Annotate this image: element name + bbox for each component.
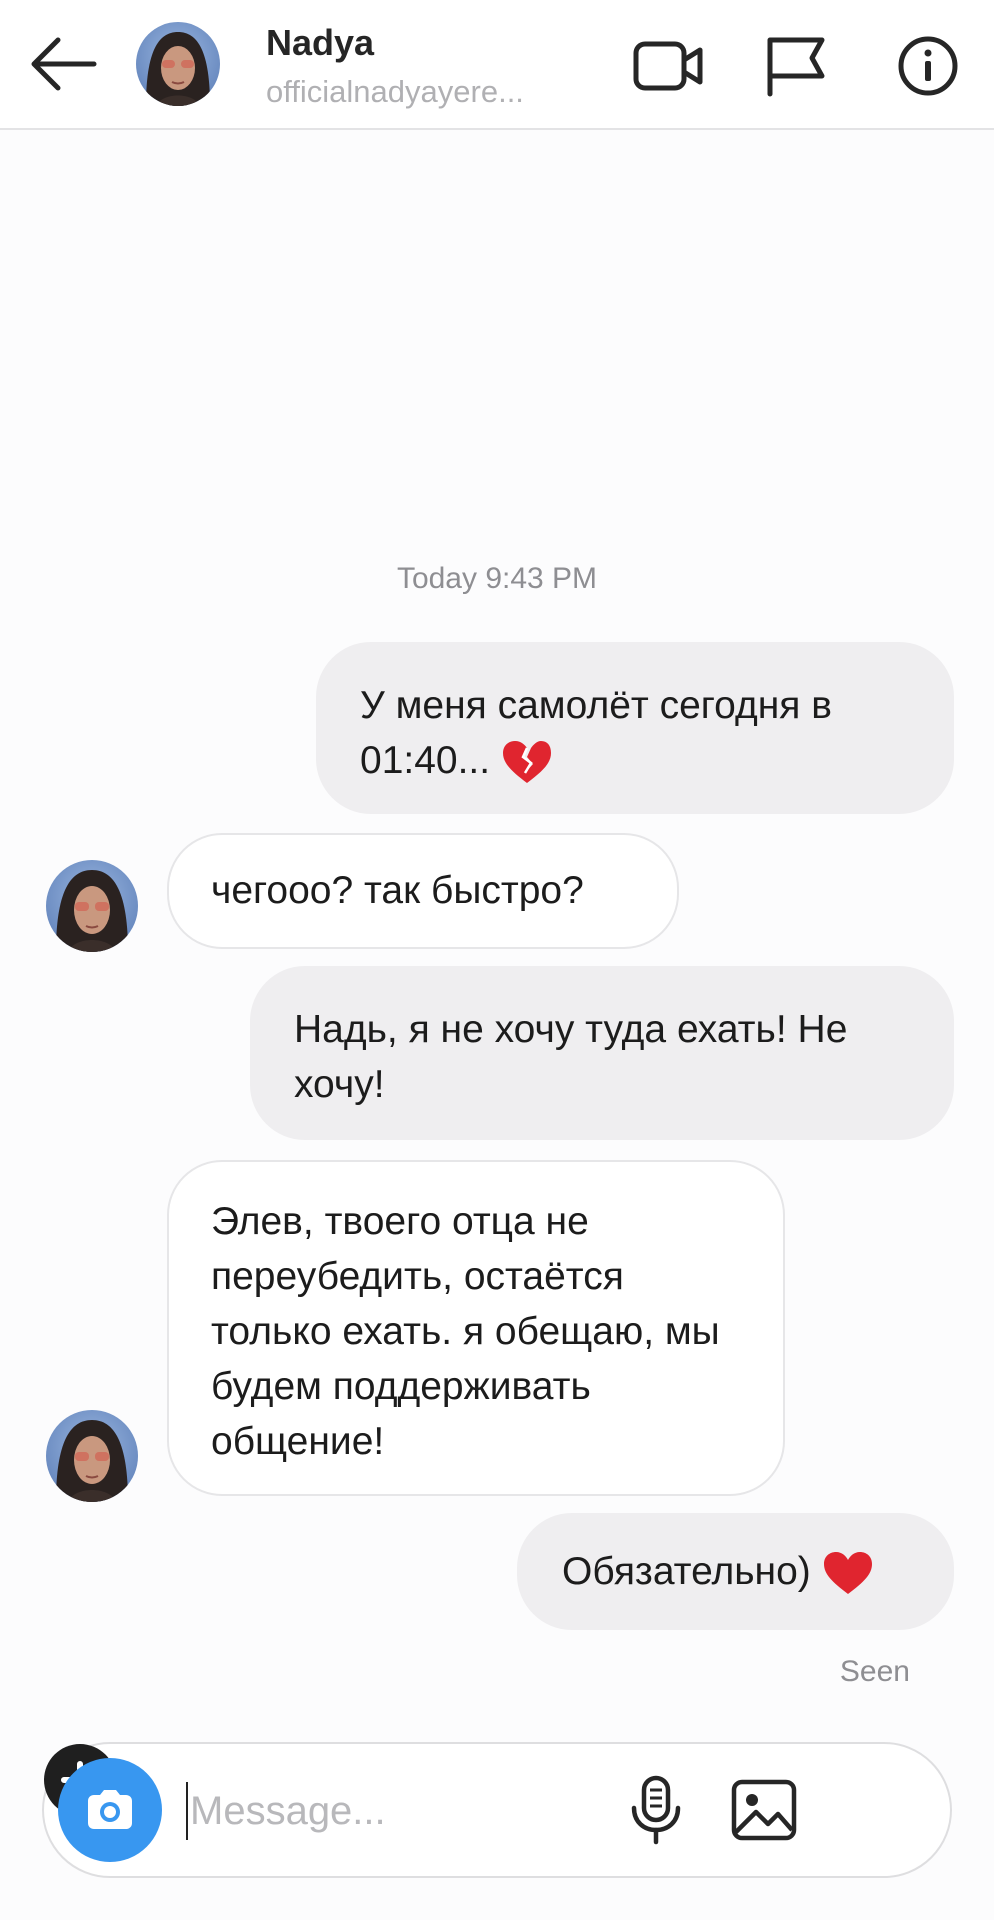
- avatar[interactable]: [46, 860, 138, 952]
- message-text: У меня самолёт сегодня в 01:40...: [360, 684, 832, 782]
- avatar[interactable]: [46, 1410, 138, 1502]
- avatar[interactable]: [136, 22, 220, 106]
- info-icon[interactable]: [892, 34, 964, 98]
- contact-name[interactable]: Nadya: [266, 22, 374, 64]
- message-composer: [42, 1742, 952, 1878]
- microphone-icon[interactable]: [620, 1774, 692, 1846]
- contact-username[interactable]: officialnadyayere...: [266, 74, 524, 110]
- message-outgoing[interactable]: Надь, я не хочу туда ехать! Не хочу!: [250, 966, 954, 1140]
- message-text: Надь, я не хочу туда ехать! Не хочу!: [294, 1008, 848, 1106]
- message-outgoing[interactable]: Обязательно): [517, 1513, 954, 1630]
- conversation-timestamp: Today 9:43 PM: [396, 562, 598, 595]
- gallery-icon[interactable]: [728, 1774, 800, 1846]
- camera-icon: [88, 1790, 132, 1829]
- message-incoming[interactable]: Элев, твоего отца не переубедить, остаёт…: [167, 1160, 785, 1496]
- video-call-icon[interactable]: [632, 34, 704, 98]
- message-text: Обязательно): [562, 1550, 811, 1593]
- message-input[interactable]: [190, 1768, 630, 1854]
- back-arrow-icon[interactable]: [28, 34, 98, 94]
- camera-button[interactable]: [58, 1758, 162, 1862]
- flag-icon[interactable]: [760, 34, 832, 98]
- chat-header: Nadya officialnadyayere...: [0, 0, 994, 130]
- red-heart-icon: [823, 1551, 872, 1594]
- message-text: Элев, твоего отца не переубедить, остаёт…: [211, 1200, 720, 1463]
- seen-status: Seen: [839, 1655, 910, 1688]
- text-cursor: [186, 1782, 188, 1840]
- message-text: чегооо? так быстро?: [211, 869, 584, 912]
- message-incoming[interactable]: чегооо? так быстро?: [167, 833, 679, 949]
- message-outgoing[interactable]: У меня самолёт сегодня в 01:40...: [316, 642, 954, 814]
- broken-heart-icon: [502, 740, 551, 783]
